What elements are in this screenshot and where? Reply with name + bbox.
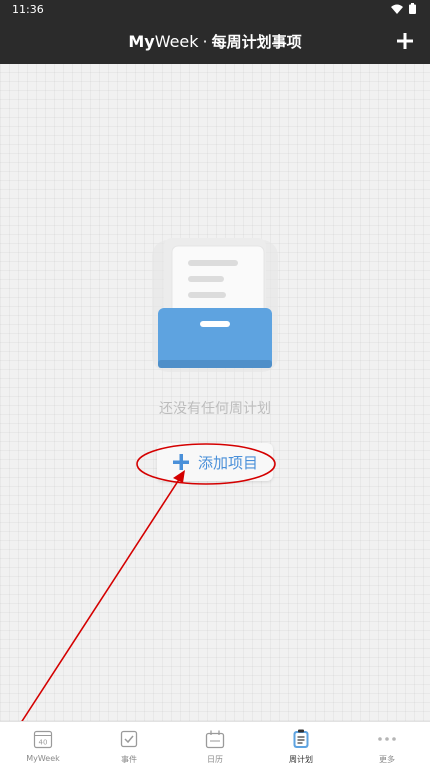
add-item-label: 添加项目 <box>197 453 258 472</box>
checkbox-icon <box>120 730 138 748</box>
tab-label-more: 更多 <box>379 755 395 764</box>
tab-calendar[interactable]: 日历 <box>172 722 258 766</box>
tab-events[interactable]: 事件 <box>86 722 172 766</box>
week-calendar-icon: 40 <box>33 730 53 749</box>
week-number-badge: 40 <box>39 739 48 747</box>
plus-icon <box>397 33 413 49</box>
annotation-overlay <box>1 443 276 753</box>
title-bar: MyWeek · 每周计划事项 <box>0 20 430 64</box>
plus-icon <box>172 454 189 470</box>
tab-more[interactable]: 更多 <box>344 722 430 766</box>
clipboard-icon <box>293 729 309 748</box>
add-item-button[interactable]: 添加项目 <box>157 443 273 481</box>
calendar-icon <box>205 730 225 749</box>
tab-label-weekly-plan: 周计划 <box>289 755 313 764</box>
empty-state-message: 还没有任何周计划 <box>159 401 271 417</box>
tab-weekly-plan[interactable]: 周计划 <box>258 722 344 766</box>
app-title: MyWeek · 每周计划事项 <box>0 31 430 52</box>
bottom-tab-bar: 40 MyWeek 事件 日历 周计划 更多 <box>0 721 430 766</box>
brand-bold: My <box>128 32 155 51</box>
tab-label-events: 事件 <box>121 755 137 764</box>
annotation-arrow-line <box>1 477 181 753</box>
title-separator: · <box>202 32 208 51</box>
add-plan-button[interactable] <box>390 26 420 56</box>
page-subtitle: 每周计划事项 <box>211 33 302 51</box>
tab-label-myweek: MyWeek <box>26 754 60 763</box>
tab-label-calendar: 日历 <box>207 755 223 764</box>
battery-icon <box>409 3 416 14</box>
status-time: 11:36 <box>12 3 44 16</box>
status-bar: 11:36 <box>0 0 430 20</box>
brand-regular: Week <box>154 32 199 51</box>
empty-drawer-icon <box>152 238 278 372</box>
status-icons <box>391 3 416 14</box>
tab-myweek[interactable]: 40 MyWeek <box>0 722 86 766</box>
more-dots-icon <box>378 737 396 741</box>
wifi-icon <box>391 4 403 14</box>
